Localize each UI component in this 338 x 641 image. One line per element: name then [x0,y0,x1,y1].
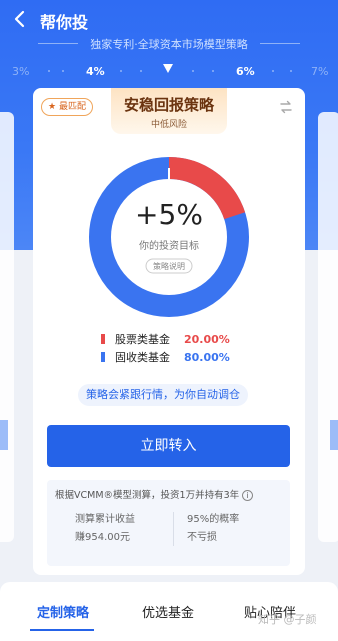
page-title: 帮你投 [40,13,89,32]
invest-now-button[interactable]: 立即转入 [47,425,290,467]
tab-selected-funds[interactable]: 优选基金 [142,602,194,621]
projection-divider [173,512,174,546]
tab-custom-strategy[interactable]: 定制策略 [37,602,89,621]
info-icon[interactable]: i [242,490,254,501]
rate-label-6[interactable]: 6% [236,65,255,78]
risk-level: 中低风险 [150,120,187,130]
tracking-note: 策略会紧跟行情，为你自动调仓 [78,384,248,406]
target-label: 你的投资目标 [139,239,199,252]
rate-tick [192,70,194,72]
rate-tick [290,70,292,72]
legend-swatch-equity [101,334,105,344]
allocation-donut: +5% 你的投资目标 策略说明 [89,157,249,317]
target-value: +5% [135,198,203,231]
prev-card-tab [0,420,8,450]
top-bar: 帮你投 [0,0,338,40]
probability-label: 95%的概率 [187,514,240,525]
star-icon: ★ [48,102,57,112]
rate-tick [272,70,274,72]
rate-tick [140,70,142,72]
projection-box: 根据VCMM®模型测算，投资1万并持有3年 i 测算累计收益 赚954.00元 9… [47,480,290,566]
rate-tick [62,70,64,72]
rate-label-4[interactable]: 4% [86,65,105,78]
rate-tick [120,70,122,72]
watermark: 知乎 @子颜 [258,613,317,626]
chevron-left-icon[interactable] [10,9,30,29]
strategy-name: 安稳回报策略 [123,96,214,114]
strategy-ribbon: 安稳回报策略 中低风险 [111,88,227,134]
cumulative-return-label: 测算累计收益 [75,514,135,525]
rate-tick [212,70,214,72]
legend-percent-fixed-income: 80.00% [184,350,230,364]
badge-label: 最匹配 [58,102,86,112]
legend-label-equity: 股票类基金 [115,333,170,346]
swap-icon[interactable] [279,100,293,118]
explain-label[interactable]: 策略说明 [153,261,185,271]
legend-item-equity: 股票类基金 20.00% [101,331,230,347]
rate-pointer-icon[interactable] [163,64,173,73]
legend-item-fixed-income: 固收类基金 80.00% [101,349,230,365]
page-subtitle: 独家专利·全球资本市场模型策略 [90,38,248,51]
strategy-card: ★ 最匹配 安稳回报策略 中低风险 +5% 你的投资目标 策略说明 股票类基金 … [33,88,305,575]
next-strategy-card[interactable] [318,112,338,542]
cumulative-return-value: 赚954.00元 [75,532,130,543]
best-match-badge: ★ 最匹配 [41,98,93,116]
rate-label-3[interactable]: 3% [12,65,29,78]
projection-text: 根据VCMM®模型测算，投资1万并持有3年 [55,490,240,501]
next-card-tab [330,420,338,450]
rate-label-7[interactable]: 7% [311,65,328,78]
active-tab-indicator [30,629,94,631]
legend-label-fixed-income: 固收类基金 [115,351,170,364]
legend-percent-equity: 20.00% [184,332,230,346]
no-loss-label: 不亏损 [187,532,217,543]
subtitle-divider-right [260,43,300,44]
rate-tick [48,70,50,72]
prev-strategy-card[interactable] [0,112,14,542]
projection-note: 根据VCMM®模型测算，投资1万并持有3年 i [55,487,254,501]
legend-swatch-fixed-income [101,352,105,362]
